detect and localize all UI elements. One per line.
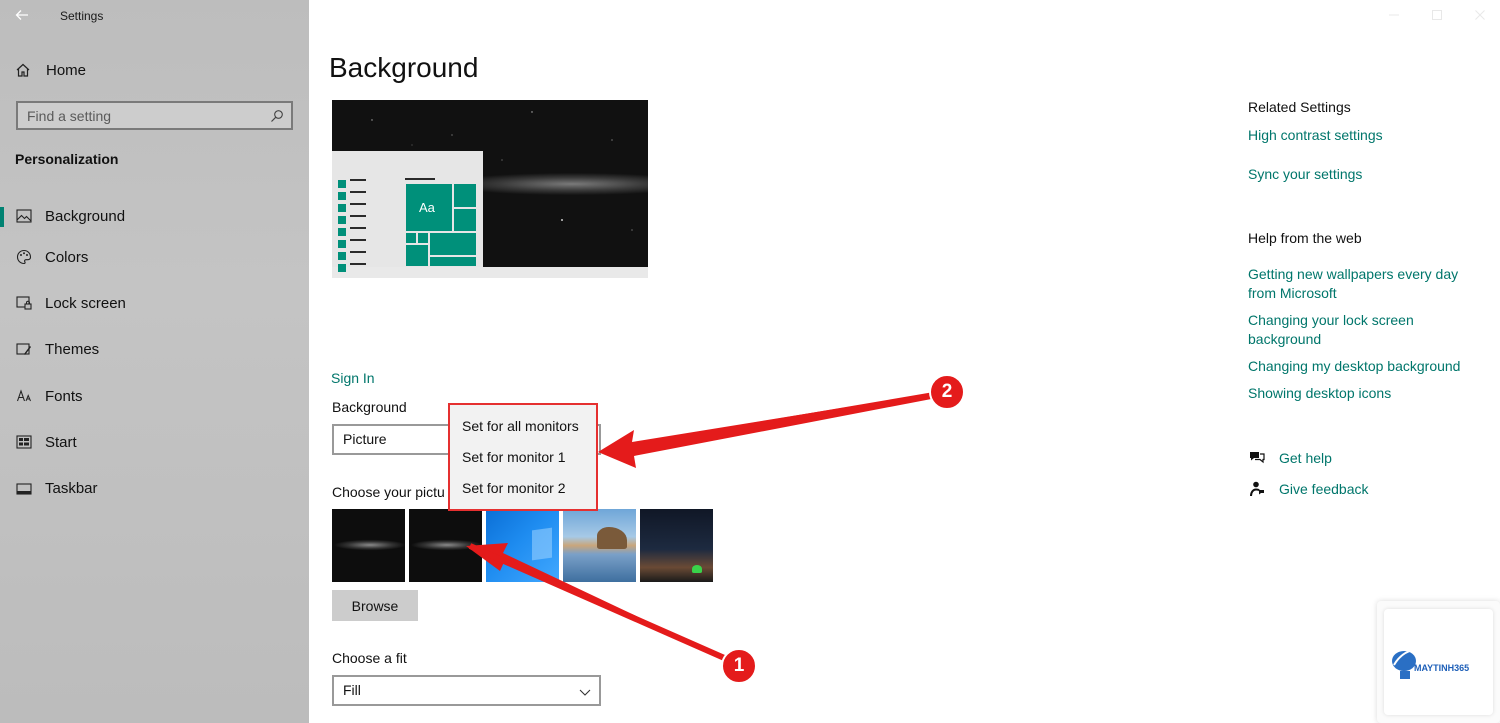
close-icon[interactable] bbox=[1473, 8, 1487, 22]
get-help-label: Get help bbox=[1279, 450, 1332, 466]
picture-thumbnail[interactable] bbox=[563, 509, 636, 582]
chevron-down-icon bbox=[579, 685, 591, 697]
sidebar-item-label: Themes bbox=[45, 341, 100, 359]
search-icon[interactable] bbox=[270, 109, 284, 123]
sidebar-item-fonts[interactable]: Fonts bbox=[0, 373, 309, 419]
sidebar-item-label: Colors bbox=[45, 248, 89, 266]
page-title: Background bbox=[329, 52, 479, 83]
fit-dropdown[interactable]: Fill bbox=[332, 675, 601, 706]
themes-icon bbox=[16, 342, 32, 358]
picture-icon bbox=[16, 208, 32, 224]
sidebar-item-themes[interactable]: Themes bbox=[0, 327, 309, 373]
picture-thumbnail[interactable] bbox=[486, 509, 559, 582]
sidebar-item-background[interactable]: Background bbox=[0, 198, 309, 234]
background-label: Background bbox=[332, 399, 407, 415]
search-box[interactable] bbox=[16, 101, 293, 130]
high-contrast-link[interactable]: High contrast settings bbox=[1248, 126, 1488, 145]
picture-thumbnail[interactable] bbox=[409, 509, 482, 582]
help-heading: Help from the web bbox=[1248, 230, 1362, 246]
sync-settings-link[interactable]: Sync your settings bbox=[1248, 165, 1488, 184]
give-feedback-label: Give feedback bbox=[1279, 481, 1369, 497]
related-settings-heading: Related Settings bbox=[1248, 99, 1351, 115]
context-menu: Set for all monitors Set for monitor 1 S… bbox=[448, 403, 598, 511]
home-link[interactable]: Home bbox=[15, 58, 86, 82]
sidebar-item-lock-screen[interactable]: Lock screen bbox=[0, 280, 309, 326]
lock-screen-icon bbox=[16, 295, 32, 311]
menu-item-set-monitor-2[interactable]: Set for monitor 2 bbox=[450, 473, 596, 504]
menu-item-set-monitor-1[interactable]: Set for monitor 1 bbox=[450, 442, 596, 473]
watermark: MAYTINH365 bbox=[1377, 601, 1500, 723]
sidebar-item-label: Start bbox=[45, 433, 77, 451]
home-icon bbox=[15, 62, 31, 78]
preview-start-menu bbox=[332, 151, 483, 272]
picture-thumbnail[interactable] bbox=[640, 509, 713, 582]
get-help-link[interactable]: Get help bbox=[1248, 449, 1332, 467]
desktop-preview: Aa bbox=[332, 100, 648, 278]
sidebar-item-label: Taskbar bbox=[45, 480, 98, 498]
start-icon bbox=[16, 434, 32, 450]
watermark-brand: MAYTINH365 bbox=[1414, 663, 1470, 673]
section-title: Personalization bbox=[15, 151, 119, 167]
desktop-background-link[interactable]: Changing my desktop background bbox=[1248, 357, 1488, 376]
back-arrow-icon[interactable] bbox=[14, 7, 32, 25]
annotation-badge-2: 2 bbox=[929, 374, 965, 410]
give-feedback-link[interactable]: Give feedback bbox=[1248, 480, 1369, 498]
sign-in-link[interactable]: Sign In bbox=[331, 370, 375, 386]
sidebar-item-colors[interactable]: Colors bbox=[0, 234, 309, 280]
feedback-icon bbox=[1248, 480, 1266, 498]
sidebar-item-label: Fonts bbox=[45, 387, 83, 405]
watermark-logo bbox=[1392, 648, 1425, 679]
picture-thumbnails bbox=[332, 509, 713, 582]
background-type-value: Picture bbox=[343, 431, 387, 447]
lock-screen-background-link[interactable]: Changing your lock screen background bbox=[1248, 311, 1488, 349]
menu-item-set-all-monitors[interactable]: Set for all monitors bbox=[450, 411, 596, 442]
fonts-icon bbox=[16, 388, 32, 404]
minimize-icon[interactable] bbox=[1387, 8, 1401, 22]
sidebar-item-start[interactable]: Start bbox=[0, 419, 309, 465]
palette-icon bbox=[16, 249, 32, 265]
taskbar-icon bbox=[16, 481, 32, 497]
browse-button[interactable]: Browse bbox=[332, 590, 418, 621]
home-label: Home bbox=[46, 61, 87, 79]
sidebar-item-label: Lock screen bbox=[45, 294, 126, 312]
sidebar: Settings Home Personalization Background… bbox=[0, 0, 309, 723]
annotation-badge-1: 1 bbox=[721, 648, 757, 684]
maximize-icon[interactable] bbox=[1430, 8, 1444, 22]
desktop-icons-link[interactable]: Showing desktop icons bbox=[1248, 384, 1488, 403]
app-title: Settings bbox=[60, 9, 104, 23]
sidebar-item-label: Background bbox=[45, 207, 126, 225]
wallpapers-link[interactable]: Getting new wallpapers every day from Mi… bbox=[1248, 265, 1488, 303]
search-input[interactable] bbox=[18, 103, 291, 128]
choose-picture-label: Choose your pictu bbox=[332, 484, 445, 500]
sidebar-nav: Background Colors Lock screen Themes Fon… bbox=[0, 198, 309, 512]
chat-help-icon bbox=[1248, 449, 1266, 467]
fit-value: Fill bbox=[343, 682, 361, 698]
sidebar-item-taskbar[interactable]: Taskbar bbox=[0, 465, 309, 511]
picture-thumbnail[interactable] bbox=[332, 509, 405, 582]
preview-tile-text: Aa bbox=[419, 200, 435, 215]
title-bar: Settings bbox=[0, 0, 309, 32]
choose-fit-label: Choose a fit bbox=[332, 650, 407, 666]
